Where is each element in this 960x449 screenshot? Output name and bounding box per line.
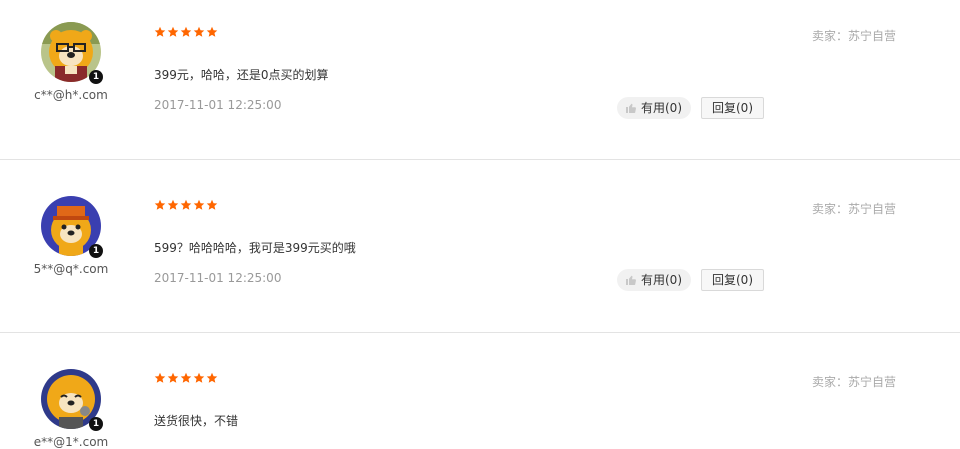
star-icon (193, 26, 205, 38)
review-date: 2017-11-01 12:25:00 (154, 98, 282, 112)
avatar[interactable]: 1 (41, 196, 103, 258)
star-icon (206, 372, 218, 384)
star-icon (180, 372, 192, 384)
review-date: 2017-11-01 12:25:00 (154, 271, 282, 285)
rating-stars (154, 199, 218, 211)
useful-button[interactable]: 有用(0) (617, 97, 691, 119)
star-icon (167, 372, 179, 384)
star-icon (206, 199, 218, 211)
seller-label: 卖家：苏宁自营 (812, 29, 897, 43)
star-icon (154, 26, 166, 38)
username: e**@1*.com (33, 435, 109, 449)
useful-label: 有用(0) (641, 273, 682, 287)
thumbs-up-icon (625, 274, 637, 286)
badge-icon: 1 (89, 244, 103, 258)
thumbs-up-icon (625, 102, 637, 114)
useful-button[interactable]: 有用(0) (617, 269, 691, 291)
star-icon (193, 199, 205, 211)
star-icon (180, 199, 192, 211)
rating-stars (154, 372, 218, 384)
star-icon (154, 372, 166, 384)
badge-icon: 1 (89, 70, 103, 84)
star-icon (193, 372, 205, 384)
review-content: 送货很快，不错 (154, 414, 239, 428)
review-content: 599？哈哈哈哈，我可是399元买的哦 (154, 241, 356, 255)
review-item: 1 5**@q*.com 599？哈哈哈哈，我可是399元买的哦 2017-11… (0, 160, 960, 333)
reviewer-block: 1 c**@h*.com (30, 22, 112, 102)
badge-icon: 1 (89, 417, 103, 431)
username: c**@h*.com (34, 88, 108, 102)
reviewer-block: 1 5**@q*.com (30, 196, 112, 276)
star-icon (167, 199, 179, 211)
star-icon (180, 26, 192, 38)
seller-label: 卖家：苏宁自营 (812, 375, 897, 389)
avatar[interactable]: 1 (41, 22, 103, 84)
review-item: 1 c**@h*.com 399元，哈哈，还是0点买的划算 2017-11-01… (0, 0, 960, 160)
star-icon (154, 199, 166, 211)
star-icon (167, 26, 179, 38)
seller-label: 卖家：苏宁自营 (812, 202, 897, 216)
star-icon (206, 26, 218, 38)
useful-label: 有用(0) (641, 101, 682, 115)
username: 5**@q*.com (33, 262, 109, 276)
review-item: 1 e**@1*.com 送货很快，不错 卖家：苏宁自营 (0, 333, 960, 449)
reply-button[interactable]: 回复(0) (701, 269, 764, 291)
review-content: 399元，哈哈，还是0点买的划算 (154, 68, 329, 82)
rating-stars (154, 26, 218, 38)
reply-button[interactable]: 回复(0) (701, 97, 764, 119)
avatar[interactable]: 1 (41, 369, 103, 431)
reviewer-block: 1 e**@1*.com (30, 369, 112, 449)
